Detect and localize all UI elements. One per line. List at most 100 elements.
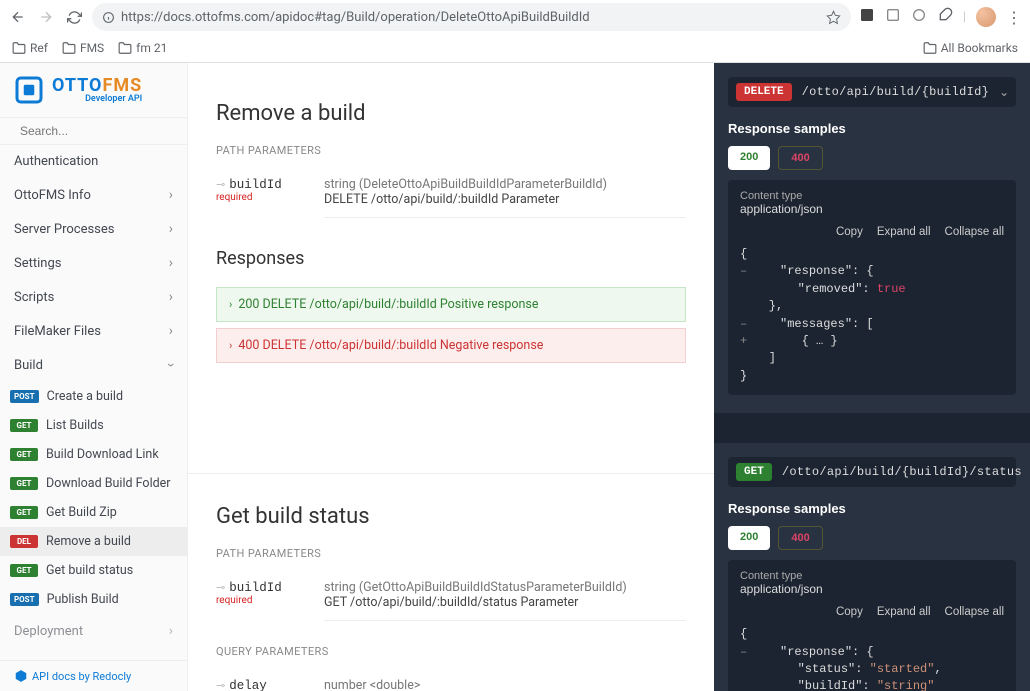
- section-divider: [188, 473, 714, 474]
- nav-publish-build[interactable]: POSTPublish Build: [0, 585, 187, 614]
- ext-icon-3[interactable]: [911, 7, 927, 27]
- expand-all-button[interactable]: Expand all: [877, 226, 931, 238]
- response-200[interactable]: ›200 DELETE /otto/api/build/:buildId Pos…: [216, 287, 686, 322]
- chevron-right-icon: ›: [169, 323, 173, 339]
- expand-all-button[interactable]: Expand all: [877, 606, 931, 618]
- json-toggle-icon[interactable]: –: [740, 645, 747, 659]
- tab-400[interactable]: 400: [778, 146, 822, 170]
- json-line: "status": "started",: [740, 661, 1004, 678]
- path-params-heading-2: PATH PARAMETERS: [216, 547, 686, 560]
- param-name: ⊸buildId required: [216, 177, 294, 203]
- nav-list-builds[interactable]: GETList Builds: [0, 411, 187, 440]
- search-bar[interactable]: [0, 117, 187, 145]
- json-line: – "response": {: [740, 644, 1004, 661]
- right-divider: [714, 413, 1030, 443]
- nav-scripts[interactable]: Scripts›: [0, 280, 187, 314]
- ext-icon-1[interactable]: [859, 7, 875, 27]
- param-desc: string (GetOttoApiBuildBuildIdStatusPara…: [324, 580, 686, 621]
- collapse-all-button[interactable]: Collapse all: [945, 606, 1004, 618]
- json-toggle-icon[interactable]: +: [740, 334, 747, 348]
- code-actions: Copy Expand all Collapse all: [740, 226, 1004, 238]
- code-block-remove: Content type application/json Copy Expan…: [728, 180, 1016, 395]
- nav-create-build[interactable]: POSTCreate a build: [0, 382, 187, 411]
- json-line: – "response": {: [740, 263, 1004, 280]
- param-row-buildid: ⊸buildId required string (DeleteOttoApiB…: [216, 167, 686, 228]
- nav-remove-build[interactable]: DELRemove a build: [0, 527, 187, 556]
- bookmarks-bar: Ref FMS fm 21 All Bookmarks: [0, 34, 1030, 62]
- nav-ottofms-info[interactable]: OttoFMS Info›: [0, 178, 187, 212]
- param-desc: number <double> (GetOttoApiBuildBuildIdS…: [324, 678, 686, 691]
- browser-menu-icon[interactable]: ⋮: [1006, 8, 1022, 27]
- query-params-heading: QUERY PARAMETERS: [216, 645, 686, 658]
- all-bookmarks[interactable]: All Bookmarks: [923, 41, 1018, 55]
- tab-200[interactable]: 200: [728, 526, 770, 550]
- extensions-icon[interactable]: [937, 7, 953, 27]
- method-badge-delete: DELETE: [736, 83, 792, 101]
- middle-column[interactable]: Remove a build PATH PARAMETERS ⊸buildId …: [188, 63, 714, 691]
- copy-button[interactable]: Copy: [836, 226, 863, 238]
- chevron-right-icon: ›: [229, 298, 232, 311]
- nav-settings[interactable]: Settings›: [0, 246, 187, 280]
- chevron-right-icon: ›: [169, 255, 173, 271]
- json-line: ]: [740, 350, 1004, 367]
- param-name: ⊸buildId required: [216, 580, 294, 606]
- param-arrow-icon: ⊸: [216, 679, 225, 691]
- logo[interactable]: OTTOFMS Developer API: [0, 63, 187, 117]
- nav-server-processes[interactable]: Server Processes›: [0, 212, 187, 246]
- search-input[interactable]: [20, 124, 175, 138]
- nav-build-download-link[interactable]: GETBuild Download Link: [0, 440, 187, 469]
- tab-400[interactable]: 400: [778, 526, 822, 550]
- nav-filemaker-files[interactable]: FileMaker Files›: [0, 314, 187, 348]
- responses-heading: Responses: [216, 248, 686, 269]
- json-toggle-icon[interactable]: –: [740, 264, 747, 278]
- reload-button[interactable]: [64, 7, 84, 27]
- nav-authentication[interactable]: Authentication: [0, 145, 187, 178]
- copy-button[interactable]: Copy: [836, 606, 863, 618]
- method-badge-get: GET: [736, 463, 772, 481]
- tab-200[interactable]: 200: [728, 146, 770, 170]
- json-line: {: [740, 246, 1004, 263]
- json-line: – "messages": [: [740, 316, 1004, 333]
- bookmark-fm21[interactable]: fm 21: [118, 41, 167, 55]
- chevron-right-icon: ›: [169, 187, 173, 203]
- endpoint-bar-delete[interactable]: DELETE /otto/api/build/{buildId} ⌄: [728, 77, 1016, 107]
- sidebar-footer[interactable]: API docs by Redocly: [0, 660, 187, 691]
- section-title-status: Get build status: [216, 504, 686, 529]
- star-icon[interactable]: [826, 10, 841, 25]
- forward-button[interactable]: [36, 7, 56, 27]
- folder-icon: [923, 41, 937, 55]
- nav-get-build-status[interactable]: GETGet build status: [0, 556, 187, 585]
- url-text: https://docs.ottofms.com/apidoc#tag/Buil…: [121, 10, 820, 25]
- collapse-all-button[interactable]: Collapse all: [945, 226, 1004, 238]
- bookmark-fms[interactable]: FMS: [62, 41, 104, 55]
- json-line: "buildId": "string": [740, 678, 1004, 691]
- endpoint-path: /otto/api/build/{buildId}: [802, 85, 990, 99]
- response-samples-heading: Response samples: [714, 121, 1030, 146]
- json-line: + { … }: [740, 333, 1004, 350]
- param-desc: string (DeleteOttoApiBuildBuildIdParamet…: [324, 177, 686, 218]
- json-toggle-icon[interactable]: –: [740, 317, 747, 331]
- nav-download-build-folder[interactable]: GETDownload Build Folder: [0, 469, 187, 498]
- folder-icon: [118, 41, 132, 55]
- right-panel[interactable]: DELETE /otto/api/build/{buildId} ⌄ Respo…: [714, 63, 1030, 691]
- nav-build[interactable]: Build›: [0, 348, 187, 382]
- browser-chrome: https://docs.ottofms.com/apidoc#tag/Buil…: [0, 0, 1030, 63]
- chevron-right-icon: ›: [229, 339, 232, 352]
- ext-icon-2[interactable]: [885, 7, 901, 27]
- response-400[interactable]: ›400 DELETE /otto/api/build/:buildId Neg…: [216, 328, 686, 363]
- logo-text: OTTOFMS Developer API: [52, 77, 142, 104]
- content: Remove a build PATH PARAMETERS ⊸buildId …: [188, 63, 1030, 691]
- toolbar-icons: | ⋮: [859, 7, 1022, 27]
- bookmark-ref[interactable]: Ref: [12, 41, 48, 55]
- back-button[interactable]: [8, 7, 28, 27]
- endpoint-bar-get[interactable]: GET /otto/api/build/{buildId}/status ⌄: [728, 457, 1016, 487]
- profile-avatar[interactable]: [976, 7, 996, 27]
- nav-get-build-zip[interactable]: GETGet Build Zip: [0, 498, 187, 527]
- param-name: ⊸delay: [216, 678, 294, 691]
- nav-list: Authentication OttoFMS Info› Server Proc…: [0, 145, 187, 660]
- response-samples-heading-2: Response samples: [714, 501, 1030, 526]
- chevron-down-icon[interactable]: ⌄: [999, 85, 1009, 100]
- nav-deployment[interactable]: Deployment›: [0, 614, 187, 648]
- code-block-status: Content type application/json Copy Expan…: [728, 560, 1016, 691]
- url-bar[interactable]: https://docs.ottofms.com/apidoc#tag/Buil…: [92, 3, 851, 31]
